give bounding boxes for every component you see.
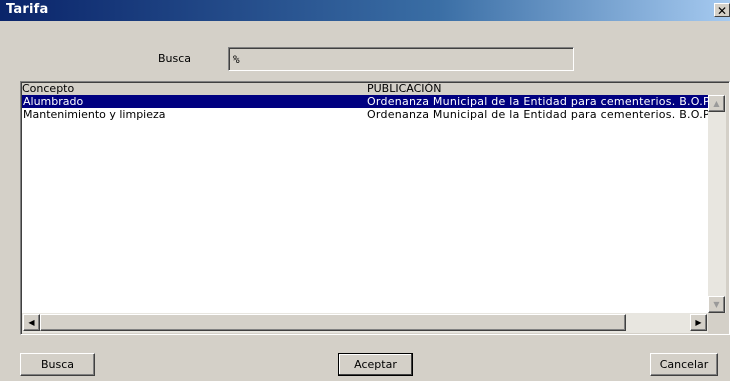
arrow-down-icon: ▼ xyxy=(713,300,720,309)
row-publicacion: Ordenanza Municipal de la Entidad para c… xyxy=(367,95,708,108)
column-header-publicacion[interactable]: PUBLICACIÓN xyxy=(367,83,441,95)
arrow-right-icon: ▶ xyxy=(695,318,702,327)
row-publicacion: Ordenanza Municipal de la Entidad para c… xyxy=(367,108,708,121)
horizontal-scrollbar[interactable]: ◀ ▶ xyxy=(22,313,708,333)
scroll-up-button[interactable]: ▲ xyxy=(708,95,725,112)
scroll-right-button[interactable]: ▶ xyxy=(690,314,707,331)
close-icon: ✕ xyxy=(716,4,728,18)
tariff-list: Concepto PUBLICACIÓN Alumbrado Ordenanza… xyxy=(20,81,730,335)
horizontal-scroll-thumb[interactable] xyxy=(40,314,626,331)
busca-button[interactable]: Busca xyxy=(20,353,95,376)
row-concepto: Mantenimiento y limpieza xyxy=(23,108,166,121)
scroll-left-button[interactable]: ◀ xyxy=(23,314,40,331)
list-row[interactable]: Mantenimiento y limpieza Ordenanza Munic… xyxy=(22,108,708,121)
scroll-down-button[interactable]: ▼ xyxy=(708,296,725,313)
scrollbar-corner xyxy=(708,313,728,333)
window-title: Tarifa xyxy=(6,2,49,17)
aceptar-button[interactable]: Aceptar xyxy=(338,353,413,376)
column-header-concepto[interactable]: Concepto xyxy=(22,83,74,95)
row-concepto: Alumbrado xyxy=(23,95,84,108)
arrow-up-icon: ▲ xyxy=(713,99,720,108)
vertical-scrollbar[interactable]: ▲ ▼ xyxy=(708,95,726,313)
close-button[interactable]: ✕ xyxy=(714,3,730,18)
list-row[interactable]: Alumbrado Ordenanza Municipal de la Enti… xyxy=(22,95,708,108)
title-bar: Tarifa ✕ xyxy=(0,0,730,21)
cancelar-button[interactable]: Cancelar xyxy=(650,353,718,376)
search-input[interactable] xyxy=(228,47,574,71)
arrow-left-icon: ◀ xyxy=(28,318,35,327)
search-label: Busca xyxy=(158,52,192,65)
list-body: Alumbrado Ordenanza Municipal de la Enti… xyxy=(22,95,708,313)
